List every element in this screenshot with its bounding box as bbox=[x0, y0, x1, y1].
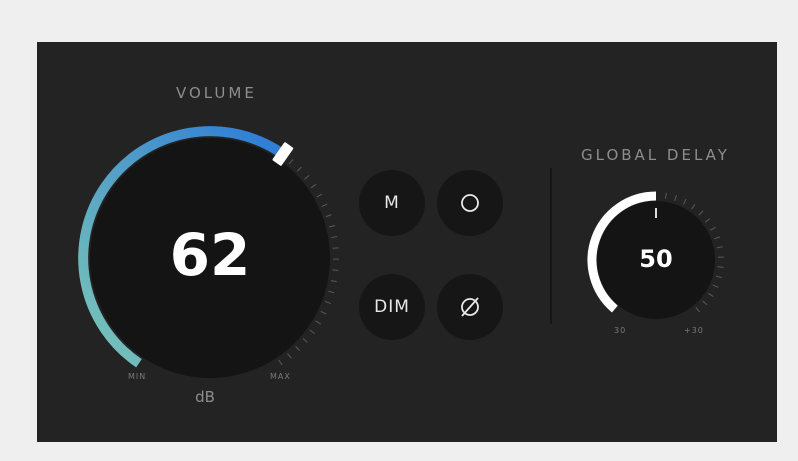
volume-tick bbox=[304, 174, 310, 180]
volume-tick bbox=[295, 346, 301, 352]
section-divider bbox=[550, 168, 552, 324]
delay-min-label: 30 bbox=[614, 326, 627, 335]
volume-tick bbox=[332, 269, 339, 272]
delay-value: 50 bbox=[639, 245, 673, 273]
volume-tick bbox=[302, 338, 308, 343]
volume-tick bbox=[309, 329, 315, 334]
volume-tick bbox=[287, 353, 292, 359]
delay-tick bbox=[715, 275, 722, 279]
solo-button[interactable] bbox=[437, 170, 503, 236]
circle-icon bbox=[461, 194, 479, 212]
volume-title: VOLUME bbox=[176, 84, 257, 102]
mute-button[interactable]: M bbox=[359, 170, 425, 236]
volume-tick bbox=[324, 300, 331, 305]
delay-tick bbox=[682, 198, 687, 205]
mute-button-label: M bbox=[384, 193, 400, 213]
delay-tick bbox=[698, 210, 704, 216]
volume-tick bbox=[330, 280, 337, 283]
delay-tick bbox=[695, 307, 701, 313]
volume-tick bbox=[278, 359, 283, 366]
delay-tick bbox=[708, 292, 714, 297]
volume-unit: dB bbox=[195, 388, 215, 406]
volume-tick bbox=[310, 183, 317, 189]
phase-invert-icon bbox=[461, 297, 479, 317]
volume-value: 62 bbox=[169, 221, 251, 289]
volume-tick bbox=[296, 166, 302, 172]
volume-tick bbox=[288, 158, 294, 165]
volume-tick bbox=[321, 203, 328, 208]
delay-tick bbox=[691, 204, 696, 210]
delay-tick bbox=[704, 218, 711, 223]
delay-max-label: +30 bbox=[684, 326, 704, 335]
volume-tick bbox=[328, 224, 335, 228]
phase-invert-button[interactable] bbox=[437, 274, 503, 340]
volume-tick bbox=[331, 236, 338, 239]
delay-tick bbox=[674, 194, 677, 202]
global-delay-title: GLOBAL DELAY bbox=[581, 146, 730, 164]
delay-tick bbox=[712, 284, 719, 288]
volume-tick bbox=[325, 214, 332, 218]
delay-tick bbox=[717, 266, 724, 268]
delay-tick bbox=[664, 192, 667, 199]
volume-tick bbox=[315, 320, 322, 325]
volume-tick bbox=[316, 193, 323, 198]
dim-button[interactable]: DIM bbox=[359, 274, 425, 340]
dim-button-label: DIM bbox=[374, 297, 410, 317]
delay-tick bbox=[716, 246, 723, 249]
delay-tick bbox=[710, 226, 716, 231]
delay-tick bbox=[714, 236, 721, 240]
volume-tick bbox=[328, 290, 335, 294]
delay-tick bbox=[702, 300, 708, 306]
volume-max-label: MAX bbox=[270, 372, 291, 381]
volume-min-label: MIN bbox=[128, 372, 147, 381]
volume-tick bbox=[320, 310, 327, 315]
